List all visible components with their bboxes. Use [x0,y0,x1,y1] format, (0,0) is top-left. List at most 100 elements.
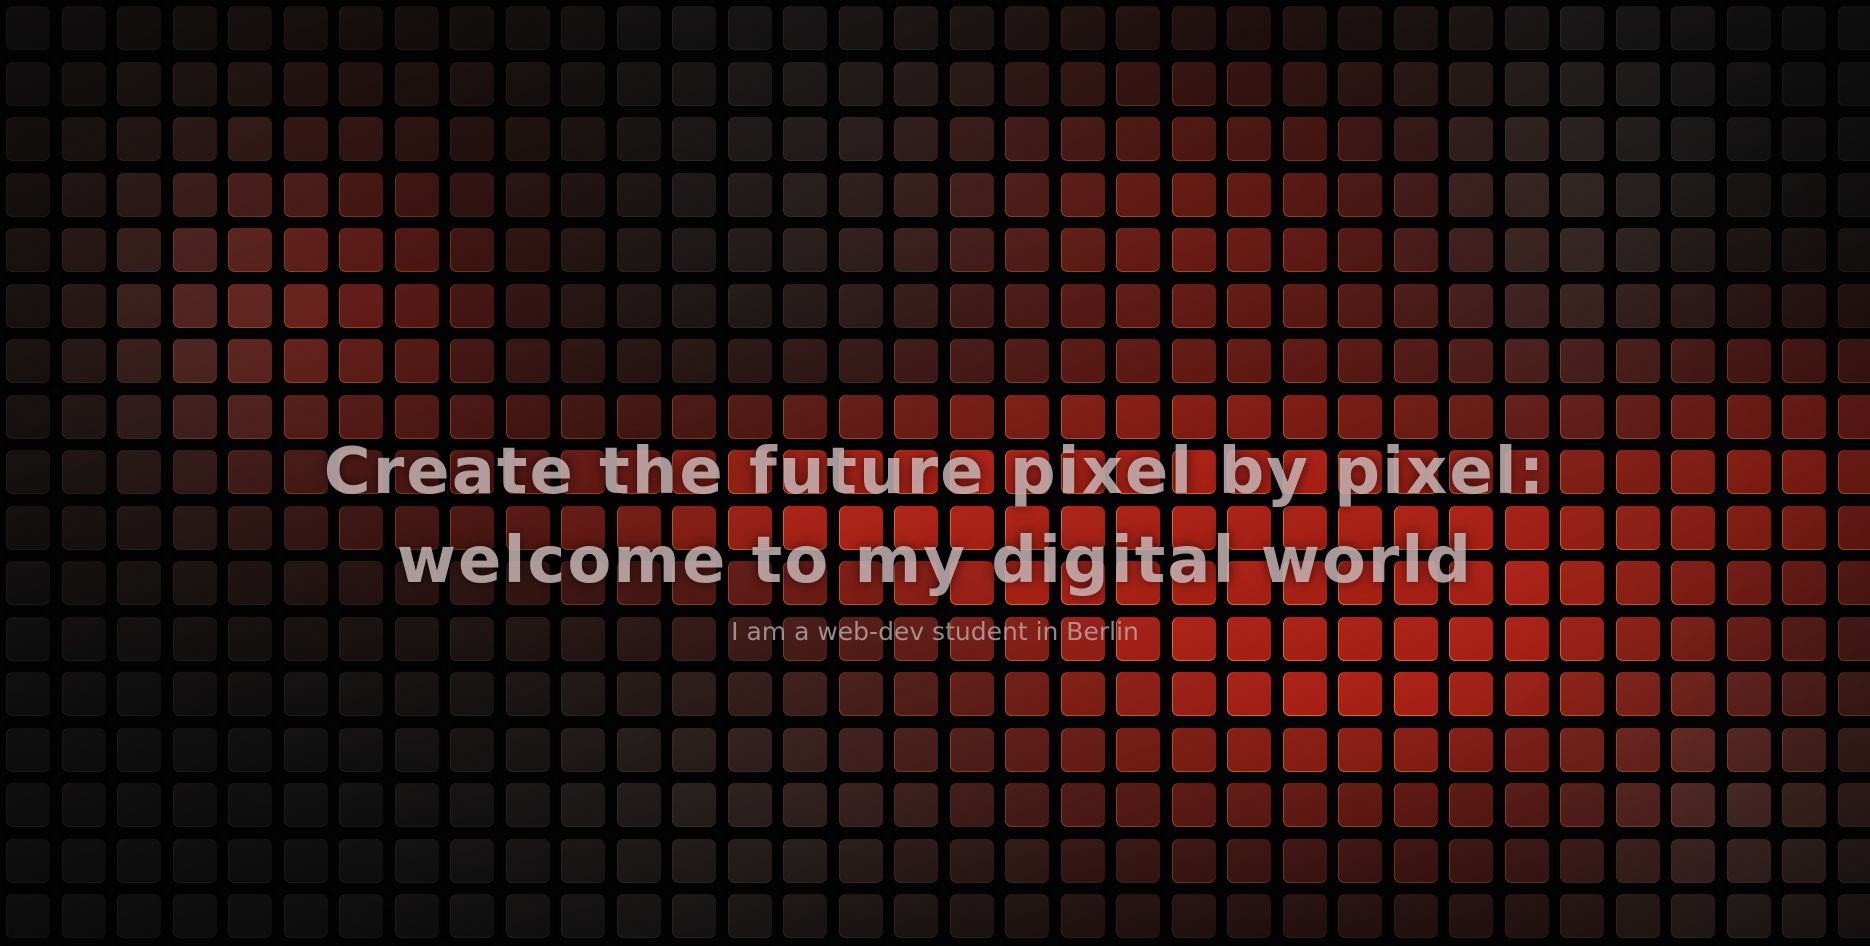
background-tile [727,228,772,272]
background-tile [1504,61,1549,106]
background-tile [228,894,272,938]
background-tile [894,117,938,161]
background-tile [1782,561,1826,605]
background-tile [949,6,994,50]
background-tile [1726,505,1771,550]
background-tile [1560,117,1604,161]
background-tile [1782,117,1826,161]
background-tile [1782,61,1826,106]
background-tile [450,894,494,938]
background-tile [505,117,550,161]
background-tile [172,672,217,716]
background-tile [727,894,772,938]
background-tile [1504,450,1549,494]
background-tile [1005,783,1049,827]
background-tile [1615,339,1660,383]
background-tile [1060,394,1105,439]
background-tile [1227,339,1271,383]
background-tile [894,783,938,827]
background-tile [1560,561,1604,605]
background-tile [1837,450,1870,494]
background-tile [1171,394,1216,439]
background-tile [1504,727,1549,772]
background-tile [339,672,383,716]
background-tile [1837,117,1870,161]
background-tile [61,450,106,494]
background-tile [1615,6,1660,50]
background-tile [1504,505,1549,550]
background-tile [228,228,272,272]
background-tile [727,6,772,50]
background-tile [450,672,494,716]
background-tile [1060,172,1105,217]
background-tile [6,672,50,716]
background-tile [1782,172,1826,217]
background-tile [672,6,716,50]
background-tile [1282,672,1327,716]
background-tile [1449,727,1493,772]
background-tile [1726,561,1771,605]
background-tile [6,505,50,550]
background-tile [949,117,994,161]
background-tile [1615,894,1660,938]
background-tile [450,727,494,772]
background-tile [505,561,550,605]
background-tile [228,339,272,383]
background-tile [1393,117,1438,161]
background-tile [1393,228,1438,272]
background-tile [6,228,50,272]
background-tile [172,228,217,272]
background-tile [561,561,605,605]
background-tile [1671,339,1715,383]
background-tile [394,450,439,494]
background-tile [228,616,272,661]
background-tile [450,616,494,661]
background-tile [505,505,550,550]
background-tile [1782,339,1826,383]
background-tile [283,561,328,605]
background-tile [1560,505,1604,550]
background-tile [1504,672,1549,716]
background-tile [1338,450,1382,494]
pixel-tile-background [0,0,1870,946]
background-tile [1282,894,1327,938]
background-tile [117,672,161,716]
background-tile [228,172,272,217]
background-tile [561,61,605,106]
background-tile [616,450,661,494]
background-tile [61,727,106,772]
background-tile [1615,783,1660,827]
background-tile [172,727,217,772]
background-tile [6,117,50,161]
background-tile [117,6,161,50]
background-tile [117,783,161,827]
background-tile [1338,894,1382,938]
background-tile [727,172,772,217]
background-tile [1116,672,1160,716]
background-tile [172,283,217,328]
background-tile [6,783,50,827]
background-tile [6,561,50,605]
background-tile [505,61,550,106]
background-tile [1116,505,1160,550]
background-tile [616,228,661,272]
background-tile [1837,6,1870,50]
background-tile [1005,228,1049,272]
background-tile [1060,894,1105,938]
background-tile [561,727,605,772]
background-tile [1504,838,1549,883]
background-tile [339,61,383,106]
background-tile [1560,672,1604,716]
background-tile [1171,616,1216,661]
background-tile [61,339,106,383]
background-tile [1116,339,1160,383]
background-tile [1060,339,1105,383]
background-tile [1504,394,1549,439]
background-tile [783,727,827,772]
background-tile [1227,117,1271,161]
background-tile [1116,172,1160,217]
background-tile [1393,505,1438,550]
background-tile [783,450,827,494]
background-tile [283,894,328,938]
background-tile [1615,727,1660,772]
